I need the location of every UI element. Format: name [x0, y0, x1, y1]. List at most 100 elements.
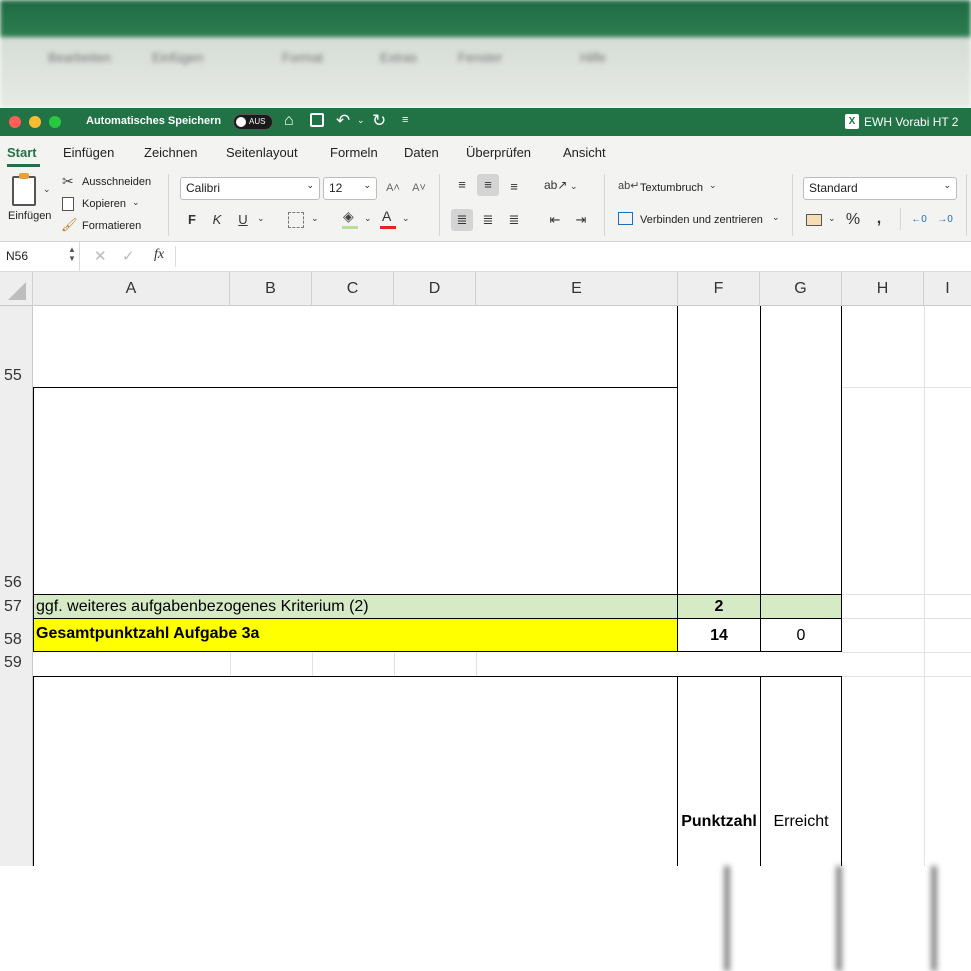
font-name-select[interactable]: Calibri ⌄ — [180, 177, 320, 200]
save-icon[interactable] — [310, 113, 324, 127]
cut-button[interactable]: Ausschneiden — [82, 176, 151, 188]
font-size-select[interactable]: 12 ⌄ — [323, 177, 377, 200]
bold-button[interactable]: F — [181, 209, 203, 231]
merge-center-button[interactable]: Verbinden und zentrieren — [640, 214, 763, 226]
underline-button[interactable]: U — [232, 209, 254, 231]
close-window-button[interactable] — [9, 116, 21, 128]
orientation-dropdown-icon[interactable]: ⌄ — [570, 181, 578, 192]
copy-icon[interactable] — [62, 197, 74, 211]
accounting-format-icon[interactable] — [806, 214, 822, 226]
photo-bottom-area — [0, 866, 971, 971]
column-header-e[interactable]: E — [476, 272, 678, 306]
confirm-entry-icon[interactable]: ✓ — [122, 247, 135, 265]
align-bottom-icon[interactable]: ≡ — [503, 176, 525, 198]
fill-color-icon[interactable]: ◈ — [343, 208, 354, 225]
cell-g60[interactable]: Erreicht — [760, 813, 842, 831]
underline-dropdown-icon[interactable]: ⌄ — [257, 213, 265, 224]
tab-zeichnen[interactable]: Zeichnen — [144, 145, 197, 160]
row-header-57[interactable]: 57 — [4, 598, 32, 616]
percent-icon[interactable]: % — [842, 209, 864, 231]
cell-f60[interactable]: Punktzahl — [678, 813, 760, 831]
wrap-text-icon[interactable]: ab↵ — [618, 179, 639, 192]
align-right-icon[interactable]: ≣ — [503, 209, 525, 231]
tab-daten[interactable]: Daten — [404, 145, 439, 160]
align-center-icon[interactable]: ≣ — [477, 209, 499, 231]
column-header-b[interactable]: B — [230, 272, 312, 306]
name-box[interactable]: N56 ▲ ▼ — [0, 242, 80, 271]
insert-function-button[interactable]: fx — [154, 247, 164, 263]
merge-center-icon[interactable] — [618, 212, 633, 225]
align-middle-icon[interactable]: ≡ — [477, 174, 499, 196]
tab-seitenlayout[interactable]: Seitenlayout — [226, 145, 298, 160]
column-header-i[interactable]: I — [924, 272, 971, 306]
borders-icon[interactable] — [288, 212, 304, 228]
redo-icon[interactable]: ↻ — [372, 111, 386, 131]
tab-ueberpruefen[interactable]: Überprüfen — [466, 145, 531, 160]
fill-color-swatch — [342, 226, 358, 229]
cell-grid[interactable] — [33, 306, 971, 866]
undo-icon[interactable]: ↶ — [336, 111, 350, 131]
undo-dropdown-icon[interactable]: ⌄ — [357, 115, 365, 126]
cell-a57[interactable]: ggf. weiteres aufgabenbezogenes Kriteriu… — [36, 598, 369, 616]
format-painter-icon[interactable]: 🖌 — [61, 217, 78, 233]
ribbon-separator — [168, 174, 169, 236]
cut-icon[interactable]: ✂ — [62, 173, 74, 190]
fill-dropdown-icon[interactable]: ⌄ — [364, 213, 372, 224]
row-header-56[interactable]: 56 — [4, 574, 32, 592]
wrap-text-button[interactable]: Textumbruch — [640, 182, 703, 194]
paste-dropdown-icon[interactable]: ⌄ — [43, 184, 51, 195]
minimize-window-button[interactable] — [29, 116, 41, 128]
copy-dropdown-icon[interactable]: ⌄ — [132, 197, 140, 208]
zoom-window-button[interactable] — [49, 116, 61, 128]
accounting-dropdown-icon[interactable]: ⌄ — [828, 213, 836, 224]
paste-label[interactable]: Einfügen — [8, 210, 51, 222]
tab-formeln[interactable]: Formeln — [330, 145, 378, 160]
column-header-h[interactable]: H — [842, 272, 924, 306]
column-header-d[interactable]: D — [394, 272, 476, 306]
font-color-dropdown-icon[interactable]: ⌄ — [402, 213, 410, 224]
cell-a58[interactable]: Gesamtpunktzahl Aufgabe 3a — [36, 625, 259, 643]
column-header-a[interactable]: A — [33, 272, 230, 306]
chevron-down-icon: ⌄ — [306, 180, 314, 190]
select-all-button[interactable] — [0, 272, 33, 306]
home-icon[interactable]: ⌂ — [284, 112, 294, 130]
decrease-font-icon[interactable]: A˅ — [408, 177, 430, 199]
tab-einfuegen[interactable]: Einfügen — [63, 145, 114, 160]
customize-toolbar-icon[interactable]: ≡ — [402, 114, 408, 126]
column-header-f[interactable]: F — [678, 272, 760, 306]
merge-dropdown-icon[interactable]: ⌄ — [772, 212, 780, 223]
ribbon-separator — [439, 174, 440, 236]
row-header-58[interactable]: 58 — [4, 631, 32, 649]
increase-indent-icon[interactable]: ⇥ — [570, 209, 592, 231]
wrap-dropdown-icon[interactable]: ⌄ — [709, 180, 717, 191]
increase-font-icon[interactable]: A˄ — [382, 177, 404, 199]
row-header-59[interactable]: 59 — [4, 654, 32, 672]
align-left-icon[interactable]: ≣ — [451, 209, 473, 231]
borders-dropdown-icon[interactable]: ⌄ — [311, 213, 319, 224]
cancel-entry-icon[interactable]: ✕ — [94, 247, 107, 265]
tab-ansicht[interactable]: Ansicht — [563, 145, 606, 160]
cell-f57[interactable]: 2 — [678, 598, 760, 616]
cell-f58[interactable]: 14 — [678, 627, 760, 645]
decrease-indent-icon[interactable]: ⇤ — [544, 209, 566, 231]
italic-button[interactable]: K — [206, 209, 228, 231]
column-header-c[interactable]: C — [312, 272, 394, 306]
align-top-icon[interactable]: ≡ — [451, 174, 473, 196]
column-header-g[interactable]: G — [760, 272, 842, 306]
tab-start[interactable]: Start — [7, 145, 37, 160]
name-box-stepper-icon[interactable]: ▲ ▼ — [68, 245, 76, 263]
format-painter-button[interactable]: Formatieren — [82, 220, 141, 232]
font-color-icon[interactable]: A — [382, 208, 391, 224]
formula-input[interactable] — [184, 242, 971, 271]
copy-button[interactable]: Kopieren — [82, 198, 126, 210]
autosave-label: Automatisches Speichern — [86, 115, 222, 127]
text-orientation-icon[interactable]: ab↗ — [544, 174, 567, 196]
row-header-55[interactable]: 55 — [4, 367, 32, 385]
thousands-separator-icon[interactable]: , — [868, 208, 890, 230]
autosave-toggle[interactable]: AUS — [233, 114, 273, 130]
cell-g58[interactable]: 0 — [760, 627, 842, 645]
decrease-decimal-icon[interactable]: →0 — [934, 209, 956, 231]
paste-icon[interactable] — [12, 173, 36, 206]
number-format-select[interactable]: Standard ⌄ — [803, 177, 957, 200]
increase-decimal-icon[interactable]: ←0 — [908, 209, 930, 231]
